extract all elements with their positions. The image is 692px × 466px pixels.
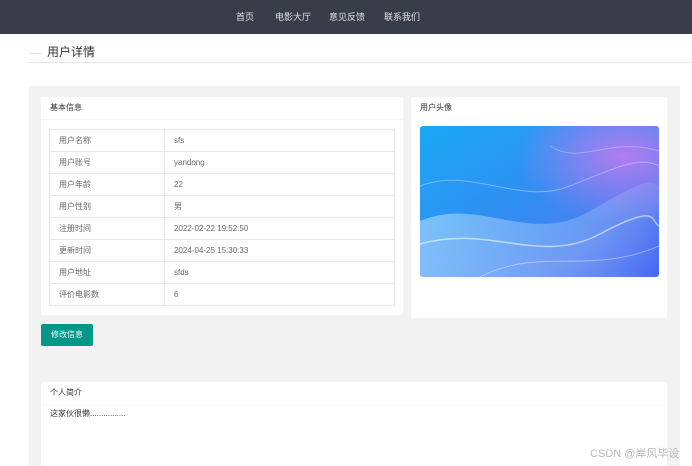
- title-divider-left: [29, 53, 41, 54]
- info-row: 用户性别男: [49, 195, 395, 218]
- title-divider: [29, 62, 692, 63]
- info-key: 用户名称: [49, 129, 165, 152]
- info-key: 用户账号: [49, 151, 165, 174]
- info-value: 22: [164, 173, 395, 196]
- info-value: 男: [164, 195, 395, 218]
- basic-info-header: 基本信息: [41, 97, 403, 120]
- info-key: 注册时间: [49, 217, 165, 240]
- nav-home[interactable]: 首页: [236, 0, 254, 34]
- info-row: 评价电影数 6: [49, 283, 395, 306]
- info-row: 更新时间 2024-04-25 15:30:33: [49, 239, 395, 262]
- info-key: 用户年龄: [49, 173, 165, 196]
- basic-info-table: 用户名称 sfs 用户账号 yandong 用户年龄 22 用户性别男注册时间 2022-02…: [49, 129, 395, 306]
- bio-card: 个人简介 这家伙很懒................: [41, 382, 667, 466]
- avatar-image: [420, 126, 659, 277]
- info-row: 用户名称 sfs: [49, 129, 395, 152]
- info-row: 用户年龄 22: [49, 173, 395, 196]
- bio-header: 个人简介: [41, 382, 667, 405]
- bio-text: 这家伙很懒................: [50, 409, 126, 418]
- info-value: 6: [164, 283, 395, 306]
- nav-feedback[interactable]: 意见反馈: [329, 0, 365, 34]
- info-row: 用户地址 sfds: [49, 261, 395, 284]
- avatar-card: 用户头像: [411, 97, 667, 318]
- info-row: 注册时间 2022-02-22 19:52:50: [49, 217, 395, 240]
- info-key: 用户性别: [49, 195, 165, 218]
- info-value: 2024-04-25 15:30:33: [164, 239, 395, 262]
- edit-info-button[interactable]: 修改信息: [41, 324, 93, 346]
- watermark: CSDN @岸风毕设: [590, 448, 680, 460]
- info-value: yandong: [164, 151, 395, 174]
- info-value: sfds: [164, 261, 395, 284]
- basic-info-card: 基本信息 用户名称 sfs 用户账号 yandong 用户年龄 22 用户性别男注册时间 20…: [41, 97, 403, 315]
- avatar-header: 用户头像: [420, 103, 452, 112]
- page-title: 用户详情: [47, 45, 96, 59]
- info-key: 更新时间: [49, 239, 165, 262]
- info-key: 用户地址: [49, 261, 165, 284]
- info-row: 用户账号 yandong: [49, 151, 395, 174]
- nav-movie-hall[interactable]: 电影大厅: [275, 0, 311, 34]
- nav-contact[interactable]: 联系我们: [384, 0, 420, 34]
- top-navbar: 首页 电影大厅 意见反馈 联系我们: [0, 0, 692, 34]
- info-value: 2022-02-22 19:52:50: [164, 217, 395, 240]
- info-key: 评价电影数: [49, 283, 165, 306]
- info-value: sfs: [164, 129, 395, 152]
